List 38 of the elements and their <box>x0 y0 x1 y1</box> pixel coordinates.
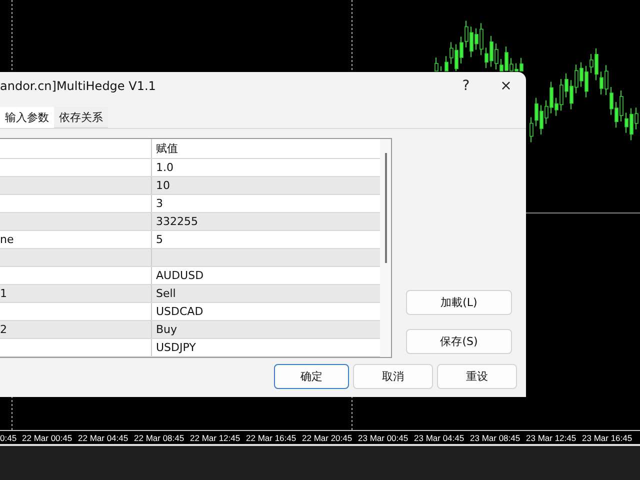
table-cell-text: USDJPY <box>155 340 197 356</box>
table-cell-text: 1.0 <box>155 160 174 176</box>
table-cell: ne <box>0 231 152 248</box>
save-button[interactable]: 保存(S) <box>406 329 512 354</box>
table-cell-text: 3 <box>155 196 164 212</box>
time-label: 22 Mar 00:45 <box>22 433 72 443</box>
table-cell-text: Sell <box>155 286 177 302</box>
time-label: 22 Mar 16:45 <box>246 433 296 443</box>
table-cell: 1 <box>0 285 152 302</box>
table-cell-text: 5 <box>155 232 164 248</box>
time-label: 0:45 <box>0 433 17 443</box>
dialog-button[interactable]: 重设 <box>437 364 517 389</box>
time-label: 23 Mar 04:45 <box>414 433 464 443</box>
time-label: 22 Mar 20:45 <box>302 433 352 443</box>
table-cell-text: USDCAD <box>155 304 204 320</box>
time-label: 23 Mar 08:45 <box>470 433 520 443</box>
close-button[interactable]: × <box>486 73 526 99</box>
column-header: 赋值 <box>155 141 179 157</box>
time-label: 22 Mar 12:45 <box>190 433 240 443</box>
table-cell-text: 332255 <box>155 214 199 230</box>
time-label: 23 Mar 00:45 <box>358 433 408 443</box>
table-cell-text: AUDUSD <box>155 268 205 284</box>
candlestick <box>440 66 442 72</box>
table-cell: 2 <box>0 321 152 338</box>
help-button[interactable]: ? <box>446 73 486 99</box>
candlestick <box>434 56 438 72</box>
dialog-button[interactable]: 取消 <box>353 364 433 389</box>
table-cell-text: 10 <box>155 178 171 194</box>
time-label: 23 Mar 12:45 <box>526 433 576 443</box>
tab[interactable]: 输入参数 <box>0 107 54 128</box>
dialog-button[interactable]: 确定 <box>274 364 349 389</box>
scrollbar[interactable] <box>380 139 391 357</box>
load-button[interactable]: 加載(L) <box>406 290 512 315</box>
window-title: andor.cn]MultiHedge V1.1 <box>0 79 157 93</box>
time-label: 22 Mar 08:45 <box>134 433 184 443</box>
table-cell-text: Buy <box>155 322 178 338</box>
time-label: 23 Mar 16:45 <box>582 433 632 443</box>
time-label: 22 Mar 04:45 <box>78 433 128 443</box>
